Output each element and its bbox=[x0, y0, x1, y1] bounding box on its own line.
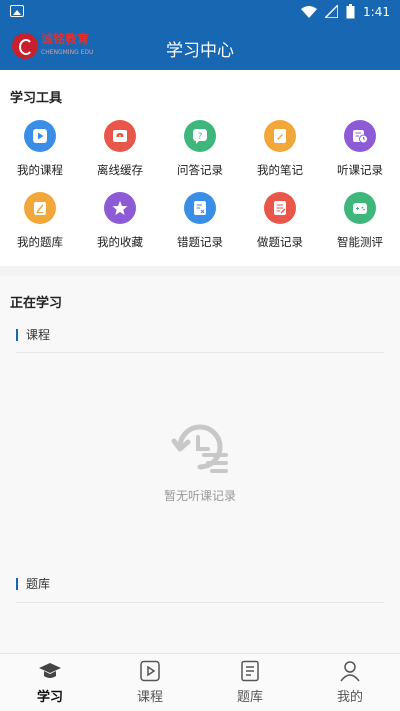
user-icon bbox=[340, 661, 360, 682]
exercise-icon bbox=[264, 192, 296, 224]
tab-study[interactable]: 学习 bbox=[0, 654, 100, 711]
tool-label: 我的笔记 bbox=[257, 163, 303, 177]
tool-label: 离线缓存 bbox=[97, 163, 143, 177]
star-icon bbox=[104, 192, 136, 224]
empty-history-icon bbox=[171, 424, 228, 473]
question-chat-icon: ? bbox=[184, 120, 216, 152]
tab-label: 我的 bbox=[336, 690, 363, 705]
document-icon bbox=[241, 660, 259, 682]
play-icon bbox=[24, 120, 56, 152]
tool-label: 问答记录 bbox=[177, 163, 223, 177]
tool-smart-assessment[interactable]: 智能测评 bbox=[320, 192, 400, 250]
tab-courses[interactable]: 课程 bbox=[100, 654, 200, 711]
tool-label: 智能测评 bbox=[337, 235, 383, 249]
history-icon bbox=[344, 120, 376, 152]
app-header: 诚铭教育 CHENGMING EDU 学习中心 bbox=[0, 24, 400, 70]
tab-label: 学习 bbox=[36, 690, 63, 705]
study-tools-panel: 学习工具 我的课程 离线缓存 ? 问答记录 我的笔记 听课记录 我的题库 我的收… bbox=[0, 70, 400, 266]
empty-state-text: 暂无听课记录 bbox=[163, 489, 236, 503]
graduation-cap-icon bbox=[39, 663, 61, 678]
note-icon bbox=[264, 120, 296, 152]
tool-exercise-records[interactable]: 做题记录 bbox=[240, 192, 320, 250]
tool-label: 听课记录 bbox=[337, 163, 383, 177]
gamepad-icon bbox=[344, 192, 376, 224]
cloud-download-icon bbox=[104, 120, 136, 152]
course-subsection-title: 课程 bbox=[16, 329, 50, 341]
studying-panel: 正在学习 课程 暂无听课记录 题库 bbox=[0, 276, 400, 654]
wrong-list-icon bbox=[184, 192, 216, 224]
section-title-tools: 学习工具 bbox=[10, 91, 63, 106]
tool-label: 我的题库 bbox=[17, 235, 63, 249]
status-bar: 1:41 bbox=[0, 0, 400, 24]
question-bank-subsection-title: 题库 bbox=[16, 578, 50, 590]
tools-grid: 我的课程 离线缓存 ? 问答记录 我的笔记 听课记录 我的题库 我的收藏 错题记… bbox=[0, 120, 400, 250]
tool-label: 做题记录 bbox=[257, 235, 303, 249]
tool-lesson-history[interactable]: 听课记录 bbox=[320, 120, 400, 178]
tool-label: 我的收藏 bbox=[97, 235, 143, 249]
battery-icon bbox=[346, 4, 355, 19]
tab-label: 题库 bbox=[236, 690, 263, 705]
empty-state: 暂无听课记录 bbox=[0, 419, 400, 504]
tab-label: 课程 bbox=[136, 690, 163, 705]
tool-my-courses[interactable]: 我的课程 bbox=[0, 120, 80, 178]
tab-mine[interactable]: 我的 bbox=[300, 654, 400, 711]
section-title-studying: 正在学习 bbox=[10, 296, 63, 311]
wifi-icon bbox=[301, 5, 318, 18]
tool-label: 错题记录 bbox=[177, 235, 223, 249]
tool-my-favorites[interactable]: 我的收藏 bbox=[80, 192, 160, 250]
divider bbox=[16, 602, 384, 603]
tool-my-notes[interactable]: 我的笔记 bbox=[240, 120, 320, 178]
tool-my-question-bank[interactable]: 我的题库 bbox=[0, 192, 80, 250]
edit-icon bbox=[24, 192, 56, 224]
divider bbox=[16, 352, 384, 353]
tab-question-bank[interactable]: 题库 bbox=[200, 654, 300, 711]
play-square-icon bbox=[140, 660, 160, 682]
signal-icon bbox=[325, 5, 339, 18]
tool-label: 我的课程 bbox=[17, 163, 63, 177]
tool-offline-cache[interactable]: 离线缓存 bbox=[80, 120, 160, 178]
image-notification-icon bbox=[10, 5, 24, 17]
page-title: 学习中心 bbox=[166, 41, 234, 61]
tool-wrong-questions[interactable]: 错题记录 bbox=[160, 192, 240, 250]
tool-qa-records[interactable]: ? 问答记录 bbox=[160, 120, 240, 178]
bottom-tab-bar: 学习 课程 题库 我的 bbox=[0, 653, 400, 711]
svg-text:?: ? bbox=[198, 132, 203, 142]
status-time: 1:41 bbox=[363, 4, 390, 19]
